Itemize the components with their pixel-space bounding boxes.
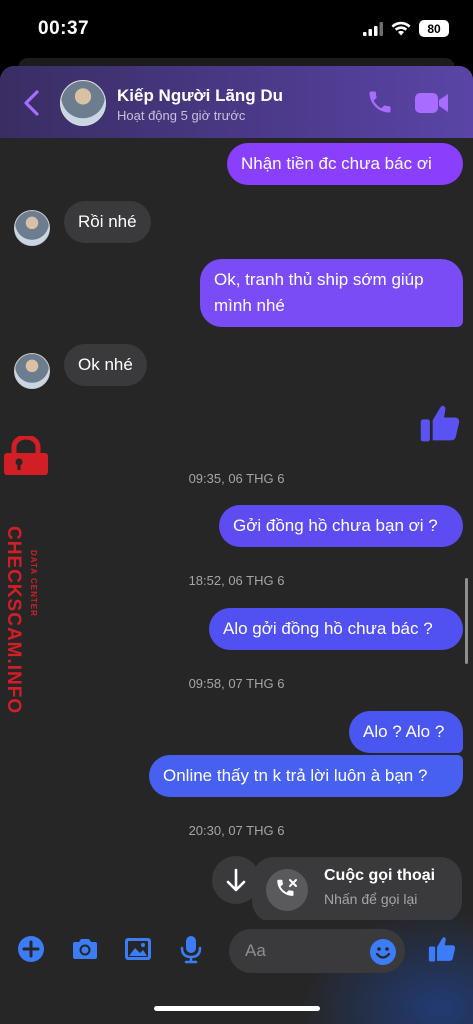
camera-icon[interactable] — [70, 934, 100, 964]
message-text-line: mình nhé — [214, 296, 285, 315]
contact-status: Hoạt động 5 giờ trước — [117, 108, 246, 123]
incoming-message[interactable]: Rồi nhé — [64, 201, 151, 243]
message-text: Ok nhé — [78, 355, 133, 374]
composer-bar — [0, 910, 473, 1024]
chat-header: Kiếp Người Lãng Du Hoạt động 5 giờ trước — [0, 66, 473, 138]
battery-indicator: 80 — [419, 20, 449, 37]
watermark-subtext: DATA CENTER — [29, 550, 38, 617]
incoming-message[interactable]: Ok nhé — [64, 344, 147, 386]
video-camera-icon[interactable] — [414, 90, 450, 116]
timestamp: 20:30, 07 THG 6 — [188, 823, 285, 838]
contact-avatar[interactable] — [60, 80, 106, 126]
missed-call-icon — [277, 879, 297, 896]
timestamp: 09:58, 07 THG 6 — [188, 676, 285, 691]
outgoing-message[interactable]: Alo ? Alo ? — [349, 711, 463, 753]
call-card-subtitle: Nhấn để gọi lại — [324, 891, 418, 907]
outgoing-message[interactable]: Alo gởi đồng hồ chưa bác ? — [209, 608, 463, 650]
phone-icon[interactable] — [366, 88, 394, 116]
watermark-text: CHECKSCAM.INFO — [3, 526, 24, 715]
call-card-title: Cuộc gọi thoại — [324, 867, 436, 884]
status-bar: 00:37 80 — [0, 0, 473, 58]
back-icon[interactable] — [18, 88, 46, 118]
message-text: Alo ? Alo ? — [363, 722, 445, 741]
emoji-icon[interactable] — [369, 938, 397, 966]
home-indicator — [154, 1006, 320, 1011]
contact-avatar-small[interactable] — [14, 210, 50, 246]
lock-icon — [4, 436, 48, 475]
message-text: Rồi nhé — [78, 212, 137, 231]
microphone-icon[interactable] — [176, 934, 206, 964]
status-time: 00:37 — [38, 18, 90, 39]
watermark: CHECKSCAM.INFO DATA CENTER — [2, 436, 52, 714]
contact-avatar-small[interactable] — [14, 353, 50, 389]
timestamp: 09:35, 06 THG 6 — [188, 471, 285, 486]
message-text-line: Ok, tranh thủ ship sớm giúp — [214, 270, 424, 289]
outgoing-message[interactable]: Gởi đồng hồ chưa bạn ơi ? — [219, 505, 463, 547]
plus-icon[interactable] — [16, 934, 46, 964]
contact-name[interactable]: Kiếp Người Lãng Du — [117, 86, 283, 106]
message-text: Alo gởi đồng hồ chưa bác ? — [223, 619, 433, 638]
outgoing-message[interactable]: Online thấy tn k trả lời luôn à bạn ? — [149, 755, 463, 797]
call-icon-wrap — [266, 869, 308, 911]
outgoing-message[interactable]: Nhận tiền đc chưa bác ơi — [227, 143, 463, 185]
message-text: Nhận tiền đc chưa bác ơi — [241, 154, 432, 173]
timestamp: 18:52, 06 THG 6 — [188, 573, 285, 588]
message-text: Gởi đồng hồ chưa bạn ơi ? — [233, 516, 438, 535]
message-text: Online thấy tn k trả lời luôn à bạn ? — [163, 766, 428, 785]
wifi-icon — [391, 21, 411, 36]
outgoing-message[interactable]: Ok, tranh thủ ship sớm giúp mình nhé — [200, 259, 463, 327]
scrollbar[interactable] — [465, 578, 468, 664]
thumbs-up-icon[interactable] — [427, 933, 457, 965]
image-icon[interactable] — [123, 934, 153, 964]
messenger-chat: Kiếp Người Lãng Du Hoạt động 5 giờ trước… — [0, 66, 473, 1024]
thumbs-up-icon[interactable] — [418, 401, 462, 445]
signal-icon — [363, 21, 383, 36]
status-icons: 80 — [363, 20, 449, 37]
